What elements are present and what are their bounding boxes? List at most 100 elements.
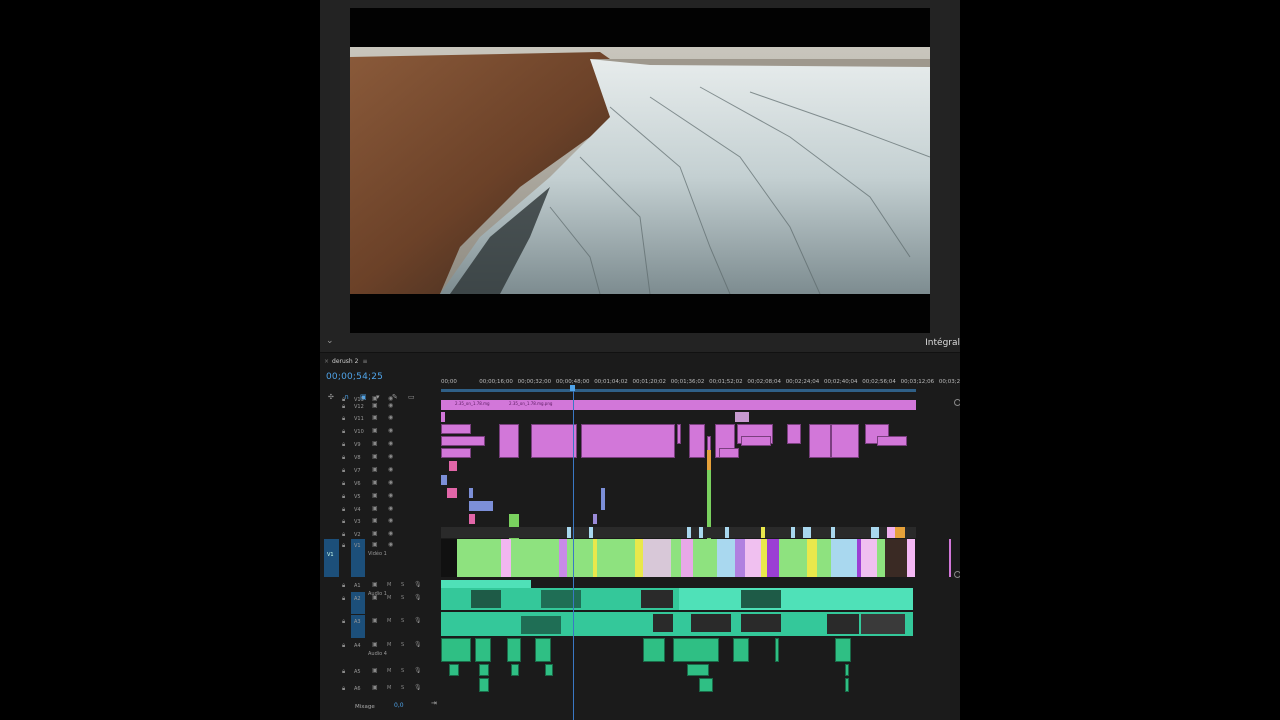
- timeline-clip[interactable]: [567, 527, 571, 538]
- timeline-clip[interactable]: [541, 590, 581, 608]
- timeline-clip[interactable]: [693, 539, 717, 577]
- timeline-clip[interactable]: [471, 590, 501, 608]
- eye-icon[interactable]: ◉: [388, 505, 393, 512]
- lock-icon[interactable]: 🔒︎: [342, 454, 345, 462]
- vertical-zoom[interactable]: [954, 399, 960, 579]
- timeline-clip[interactable]: [545, 664, 553, 676]
- eye-icon[interactable]: ◉: [388, 402, 393, 409]
- timeline-clip[interactable]: [589, 527, 593, 538]
- timeline-clip[interactable]: [521, 616, 561, 634]
- work-area-bar[interactable]: [441, 389, 916, 392]
- timeline-clip[interactable]: [949, 539, 951, 577]
- camera-icon[interactable]: ▣: [372, 466, 378, 473]
- eye-icon[interactable]: ◉: [388, 541, 393, 548]
- timeline-clip[interactable]: [689, 424, 705, 458]
- mic-toggle-icon[interactable]: ▣: [372, 594, 378, 601]
- timeline-clip[interactable]: [581, 424, 675, 458]
- timeline-clip[interactable]: [895, 527, 905, 538]
- timeline-clip[interactable]: [877, 436, 907, 446]
- timeline-clip[interactable]: [817, 539, 831, 577]
- timeline-clip[interactable]: [567, 539, 593, 577]
- timeline-clip[interactable]: [861, 539, 877, 577]
- timeline-clip[interactable]: [449, 461, 457, 471]
- lock-icon[interactable]: 🔒︎: [342, 428, 345, 436]
- timeline-clip[interactable]: [643, 638, 665, 662]
- timeline-clip[interactable]: [479, 664, 489, 676]
- timeline-clip[interactable]: [699, 678, 713, 692]
- eye-icon[interactable]: ◉: [388, 414, 393, 421]
- lock-icon[interactable]: 🔒︎: [342, 493, 345, 501]
- timeline-clip[interactable]: [907, 539, 915, 577]
- zoom-handle-top[interactable]: [954, 399, 960, 406]
- timeline-clip[interactable]: [441, 527, 916, 538]
- timeline-clip[interactable]: [673, 638, 719, 662]
- timeline-clip[interactable]: [469, 488, 473, 498]
- timeline-clip[interactable]: [845, 678, 849, 692]
- lock-icon[interactable]: 🔒︎: [342, 518, 345, 526]
- eye-icon[interactable]: ◉: [388, 492, 393, 499]
- timeline-clip[interactable]: [457, 539, 501, 577]
- lock-icon[interactable]: 🔒︎: [342, 542, 345, 550]
- mic-icon[interactable]: 🎙︎: [414, 581, 422, 588]
- camera-icon[interactable]: ▣: [372, 402, 378, 409]
- mic-icon[interactable]: 🎙︎: [414, 594, 422, 601]
- timeline-clip[interactable]: [677, 424, 681, 444]
- clip-area[interactable]: 2.35_on_1.78.mg 2.35_on_1.78.mg.png: [441, 394, 951, 714]
- mic-toggle-icon[interactable]: ▣: [372, 667, 378, 674]
- timeline-clip[interactable]: [535, 638, 551, 662]
- timeline-clip[interactable]: [653, 614, 673, 632]
- timeline-clip[interactable]: [741, 614, 781, 632]
- timeline-clip[interactable]: [441, 448, 471, 458]
- eye-icon[interactable]: ◉: [388, 517, 393, 524]
- mic-toggle-icon[interactable]: ▣: [372, 641, 378, 648]
- solo-button[interactable]: S: [401, 668, 404, 674]
- timeline-clip[interactable]: [511, 664, 519, 676]
- lock-icon[interactable]: 🔒︎: [342, 506, 345, 514]
- fit-dropdown[interactable]: Intégral: [925, 338, 960, 348]
- playhead-timecode[interactable]: 00;00;54;25: [326, 372, 383, 382]
- lock-icon[interactable]: 🔒︎: [342, 685, 345, 693]
- video-frame[interactable]: [350, 8, 930, 333]
- close-icon[interactable]: ×: [324, 358, 329, 365]
- camera-icon[interactable]: ▣: [372, 479, 378, 486]
- timeline-clip[interactable]: [469, 501, 493, 511]
- lock-icon[interactable]: 🔒︎: [342, 403, 345, 411]
- timeline-clip[interactable]: [511, 539, 559, 577]
- timeline-clip[interactable]: [671, 539, 681, 577]
- solo-button[interactable]: S: [401, 582, 404, 588]
- mic-toggle-icon[interactable]: ▣: [372, 581, 378, 588]
- mute-button[interactable]: M: [387, 685, 391, 691]
- timeline-clip[interactable]: [809, 424, 831, 458]
- timeline-clip[interactable]: [787, 424, 801, 444]
- timeline-clip[interactable]: [761, 527, 765, 538]
- timeline-clip[interactable]: [827, 614, 859, 634]
- mix-value[interactable]: 0,0: [394, 702, 404, 709]
- camera-icon[interactable]: ▣: [372, 541, 378, 548]
- timeline-clip[interactable]: [687, 527, 691, 538]
- timeline-clip[interactable]: [691, 614, 731, 632]
- timeline-clip[interactable]: [597, 539, 635, 577]
- timeline-clip[interactable]: [641, 590, 673, 608]
- timeline-clip[interactable]: [885, 539, 907, 577]
- eye-icon[interactable]: ◉: [388, 440, 393, 447]
- lock-icon[interactable]: 🔒︎: [342, 642, 345, 650]
- timeline-clip[interactable]: [475, 638, 491, 662]
- sequence-tab[interactable]: × derush 2 ≡: [324, 358, 368, 365]
- chevron-down-icon[interactable]: ⌄: [326, 336, 334, 346]
- timeline-clip[interactable]: [845, 664, 849, 676]
- lock-icon[interactable]: 🔒︎: [342, 668, 345, 676]
- timeline-clip[interactable]: [877, 539, 885, 577]
- camera-icon[interactable]: ▣: [372, 414, 378, 421]
- camera-icon[interactable]: ▣: [372, 530, 378, 537]
- lock-icon[interactable]: 🔒︎: [342, 441, 345, 449]
- mute-button[interactable]: M: [387, 642, 391, 648]
- timeline-clip[interactable]: [741, 590, 781, 608]
- timeline-clip[interactable]: [807, 539, 817, 577]
- camera-icon[interactable]: ▣: [372, 517, 378, 524]
- timeline-clip[interactable]: [741, 436, 771, 446]
- timeline-clip[interactable]: [441, 424, 471, 434]
- solo-button[interactable]: S: [401, 685, 404, 691]
- timeline-clip[interactable]: [831, 539, 857, 577]
- mix-arrow-icon[interactable]: ⇥: [431, 699, 437, 707]
- timeline-clip[interactable]: [441, 436, 485, 446]
